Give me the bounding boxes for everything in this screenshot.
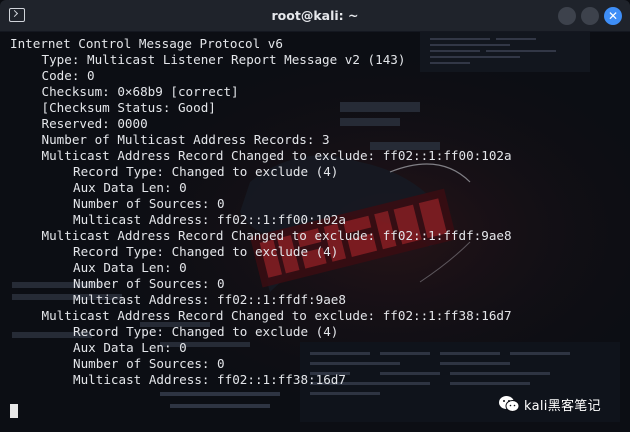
terminal-line: Number of Sources: 0 [73, 276, 225, 291]
terminal-line: Record Type: Changed to exclude (4) [73, 324, 339, 339]
terminal-window: root@kali: ~ ✕ Internet Control Message … [0, 0, 630, 432]
maximize-icon [581, 7, 599, 25]
terminal-line: Multicast Address: ff02::1:ffdf:9ae8 [73, 292, 346, 307]
terminal-line: Multicast Address Record Changed to excl… [41, 308, 512, 323]
title-bar: root@kali: ~ ✕ [0, 0, 630, 32]
terminal-line: Number of Sources: 0 [73, 196, 225, 211]
terminal-line: Checksum: 0×68b9 [correct] [41, 84, 239, 99]
terminal-line: Number of Multicast Address Records: 3 [41, 132, 330, 147]
terminal-line: Multicast Address Record Changed to excl… [41, 228, 512, 243]
terminal-line: Code: 0 [41, 68, 95, 83]
terminal-line: Record Type: Changed to exclude (4) [73, 164, 339, 179]
close-button[interactable]: ✕ [604, 7, 622, 25]
minimize-icon [558, 7, 576, 25]
terminal-output[interactable]: Internet Control Message Protocol v6 Type… [10, 36, 512, 388]
terminal-line: [Checksum Status: Good] [41, 100, 216, 115]
terminal-line: Multicast Address: ff02::1:ff38:16d7 [73, 372, 346, 387]
terminal-line: Aux Data Len: 0 [73, 340, 187, 355]
text-cursor [10, 404, 18, 418]
close-icon: ✕ [607, 9, 619, 23]
terminal-line: Internet Control Message Protocol v6 [10, 36, 283, 51]
terminal-line: Number of Sources: 0 [73, 356, 225, 371]
watermark: kali黑客笔记 [498, 393, 601, 415]
wechat-icon [499, 396, 520, 412]
terminal-line: Multicast Address Record Changed to excl… [41, 148, 512, 163]
maximize-button[interactable] [581, 7, 599, 25]
terminal-line: Aux Data Len: 0 [73, 180, 187, 195]
watermark-text: kali黑客笔记 [524, 398, 601, 414]
terminal-line: Aux Data Len: 0 [73, 260, 187, 275]
terminal-line: Reserved: 0000 [41, 116, 148, 131]
terminal-line: Multicast Address: ff02::1:ff00:102a [73, 212, 346, 227]
window-title: root@kali: ~ [271, 8, 359, 23]
minimize-button[interactable] [558, 7, 576, 25]
terminal-line: Record Type: Changed to exclude (4) [73, 244, 339, 259]
terminal-line: Type: Multicast Listener Report Message … [41, 52, 406, 67]
